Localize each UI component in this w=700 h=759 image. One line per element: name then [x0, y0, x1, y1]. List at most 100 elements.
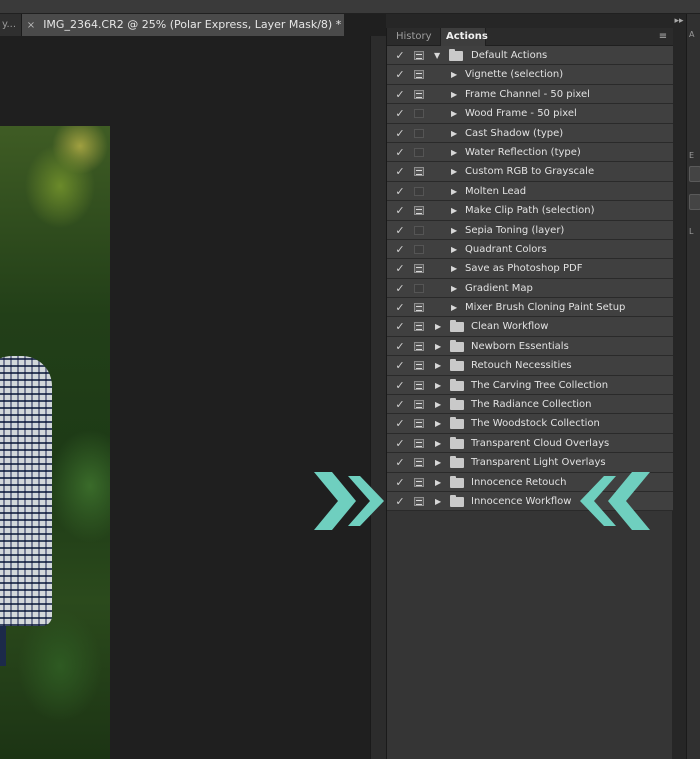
canvas-scrollbar[interactable] [370, 36, 386, 759]
toggle-check-icon[interactable]: ✓ [393, 162, 407, 181]
collapsed-triangle-icon[interactable]: ▶ [451, 143, 457, 162]
tab-actions[interactable]: Actions [440, 28, 488, 46]
toggle-check-icon[interactable]: ✓ [393, 279, 407, 298]
collapsed-triangle-icon[interactable]: ▶ [451, 162, 457, 181]
dialog-toggle-icon[interactable] [414, 400, 424, 410]
dialog-toggle-icon[interactable] [414, 322, 424, 332]
dialog-toggle-icon[interactable] [414, 303, 424, 313]
collapsed-triangle-icon[interactable]: ▶ [451, 201, 457, 220]
action-item[interactable]: ✓ ▶ Molten Lead [387, 181, 673, 202]
dialog-toggle-icon[interactable] [414, 128, 424, 138]
expanded-triangle-icon[interactable]: ▼ [434, 46, 440, 65]
action-item[interactable]: ✓ ▶ Custom RGB to Grayscale [387, 162, 673, 182]
toggle-check-icon[interactable]: ✓ [393, 46, 407, 65]
toggle-check-icon[interactable]: ✓ [393, 473, 407, 492]
toggle-check-icon[interactable]: ✓ [393, 143, 407, 162]
action-item[interactable]: ✓ ▶ Cast Shadow (type) [387, 123, 673, 143]
document-canvas[interactable] [0, 36, 370, 759]
collapsed-triangle-icon[interactable]: ▶ [435, 395, 441, 414]
dialog-toggle-icon[interactable] [414, 225, 424, 235]
dialog-toggle-icon[interactable] [414, 458, 424, 468]
action-set-item[interactable]: ✓ ▶ Transparent Light Overlays [387, 453, 673, 473]
collapsed-triangle-icon[interactable]: ▶ [451, 221, 457, 240]
dialog-toggle-icon[interactable] [414, 264, 424, 274]
collapsed-triangle-icon[interactable]: ▶ [435, 414, 441, 433]
collapsed-triangle-icon[interactable]: ▶ [435, 356, 441, 375]
panel-menu-icon[interactable]: ≡ [657, 31, 669, 43]
close-tab-icon[interactable]: × [22, 15, 40, 36]
action-item[interactable]: ✓ ▶ Vignette (selection) [387, 65, 673, 85]
action-item[interactable]: ✓ ▶ Save as Photoshop PDF [387, 259, 673, 279]
dialog-toggle-icon[interactable] [414, 477, 424, 487]
toggle-check-icon[interactable]: ✓ [393, 65, 407, 84]
dialog-toggle-icon[interactable] [414, 419, 424, 429]
action-item[interactable]: ✓ ▶ Sepia Toning (layer) [387, 220, 673, 240]
collapsed-triangle-icon[interactable]: ▶ [435, 376, 441, 395]
toggle-check-icon[interactable]: ✓ [393, 240, 407, 259]
toggle-check-icon[interactable]: ✓ [393, 201, 407, 220]
dialog-toggle-icon[interactable] [414, 167, 424, 177]
dialog-toggle-icon[interactable] [414, 361, 424, 371]
dialog-toggle-icon[interactable] [414, 496, 424, 506]
collapsed-triangle-icon[interactable]: ▶ [451, 104, 457, 123]
action-set-item[interactable]: ✓ ▼ Default Actions [387, 46, 673, 66]
toggle-check-icon[interactable]: ✓ [393, 434, 407, 453]
toggle-check-icon[interactable]: ✓ [393, 492, 407, 511]
collapsed-triangle-icon[interactable]: ▶ [451, 182, 457, 201]
action-item[interactable]: ✓ ▶ Wood Frame - 50 pixel [387, 104, 673, 124]
toggle-check-icon[interactable]: ✓ [393, 124, 407, 143]
toggle-check-icon[interactable]: ✓ [393, 85, 407, 104]
dialog-toggle-icon[interactable] [414, 380, 424, 390]
action-set-item[interactable]: ✓ ▶ The Woodstock Collection [387, 414, 673, 434]
collapsed-triangle-icon[interactable]: ▶ [435, 453, 441, 472]
collapsed-triangle-icon[interactable]: ▶ [435, 434, 441, 453]
collapsed-triangle-icon[interactable]: ▶ [435, 337, 441, 356]
collapsed-triangle-icon[interactable]: ▶ [451, 85, 457, 104]
action-item[interactable]: ✓ ▶ Make Clip Path (selection) [387, 201, 673, 221]
toggle-check-icon[interactable]: ✓ [393, 356, 407, 375]
toggle-check-icon[interactable]: ✓ [393, 376, 407, 395]
action-set-item[interactable]: ✓ ▶ Clean Workflow [387, 317, 673, 337]
collapsed-triangle-icon[interactable]: ▶ [435, 492, 441, 511]
document-tab-previous[interactable]: y... [0, 14, 22, 36]
dialog-toggle-icon[interactable] [414, 244, 424, 254]
toggle-check-icon[interactable]: ✓ [393, 259, 407, 278]
collapsed-triangle-icon[interactable]: ▶ [451, 279, 457, 298]
action-set-item[interactable]: ✓ ▶ Newborn Essentials [387, 336, 673, 357]
document-tab-active[interactable]: × IMG_2364.CR2 @ 25% (Polar Express, Lay… [22, 14, 344, 36]
dialog-toggle-icon[interactable] [414, 283, 424, 293]
toggle-check-icon[interactable]: ✓ [393, 182, 407, 201]
toggle-check-icon[interactable]: ✓ [393, 221, 407, 240]
collapsed-triangle-icon[interactable]: ▶ [451, 240, 457, 259]
dialog-toggle-icon[interactable] [414, 147, 424, 157]
collapsed-triangle-icon[interactable]: ▶ [451, 298, 457, 317]
dialog-toggle-icon[interactable] [414, 186, 424, 196]
toggle-check-icon[interactable]: ✓ [393, 317, 407, 336]
dialog-toggle-icon[interactable] [414, 109, 424, 119]
dialog-toggle-icon[interactable] [414, 341, 424, 351]
action-item[interactable]: ✓ ▶ Mixer Brush Cloning Paint Setup [387, 298, 673, 318]
dialog-toggle-icon[interactable] [414, 70, 424, 80]
action-item[interactable]: ✓ ▶ Gradient Map [387, 278, 673, 299]
toggle-check-icon[interactable]: ✓ [393, 453, 407, 472]
dialog-toggle-icon[interactable] [414, 89, 424, 99]
action-set-item[interactable]: ✓ ▶ Retouch Necessities [387, 356, 673, 376]
dialog-toggle-icon[interactable] [414, 206, 424, 216]
action-item[interactable]: ✓ ▶ Water Reflection (type) [387, 142, 673, 163]
collapsed-triangle-icon[interactable]: ▶ [451, 259, 457, 278]
collapsed-triangle-icon[interactable]: ▶ [435, 317, 441, 336]
action-item[interactable]: ✓ ▶ Frame Channel - 50 pixel [387, 84, 673, 105]
toggle-check-icon[interactable]: ✓ [393, 337, 407, 356]
toggle-check-icon[interactable]: ✓ [393, 414, 407, 433]
action-item[interactable]: ✓ ▶ Quadrant Colors [387, 239, 673, 260]
dock-button[interactable] [689, 166, 700, 182]
dialog-toggle-icon[interactable] [414, 51, 424, 60]
dock-button[interactable] [689, 194, 700, 210]
dialog-toggle-icon[interactable] [414, 438, 424, 448]
collapsed-triangle-icon[interactable]: ▶ [451, 65, 457, 84]
toggle-check-icon[interactable]: ✓ [393, 104, 407, 123]
collapsed-triangle-icon[interactable]: ▶ [451, 124, 457, 143]
action-set-item[interactable]: ✓ ▶ The Radiance Collection [387, 395, 673, 415]
toggle-check-icon[interactable]: ✓ [393, 395, 407, 414]
dock-layers-icon[interactable]: L [689, 227, 699, 237]
